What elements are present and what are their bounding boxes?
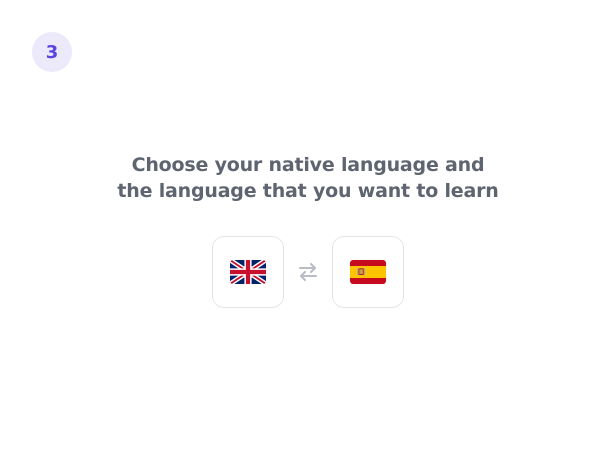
language-selection-screen: 3 Choose your native language and the la… [0,0,616,460]
swap-languages-button[interactable] [296,260,320,284]
swap-arrows-icon [296,263,320,288]
spain-flag-icon [350,260,386,284]
language-pair [212,236,404,308]
title-line-2: the language that you want to learn [117,180,499,202]
step-badge: 3 [32,32,72,72]
native-language-button[interactable] [212,236,284,308]
title-line-1: Choose your native language and [131,154,485,176]
step-number: 3 [45,41,59,63]
page-title: Choose your native language and the lang… [0,152,616,204]
target-language-button[interactable] [332,236,404,308]
uk-flag-icon [230,260,266,284]
